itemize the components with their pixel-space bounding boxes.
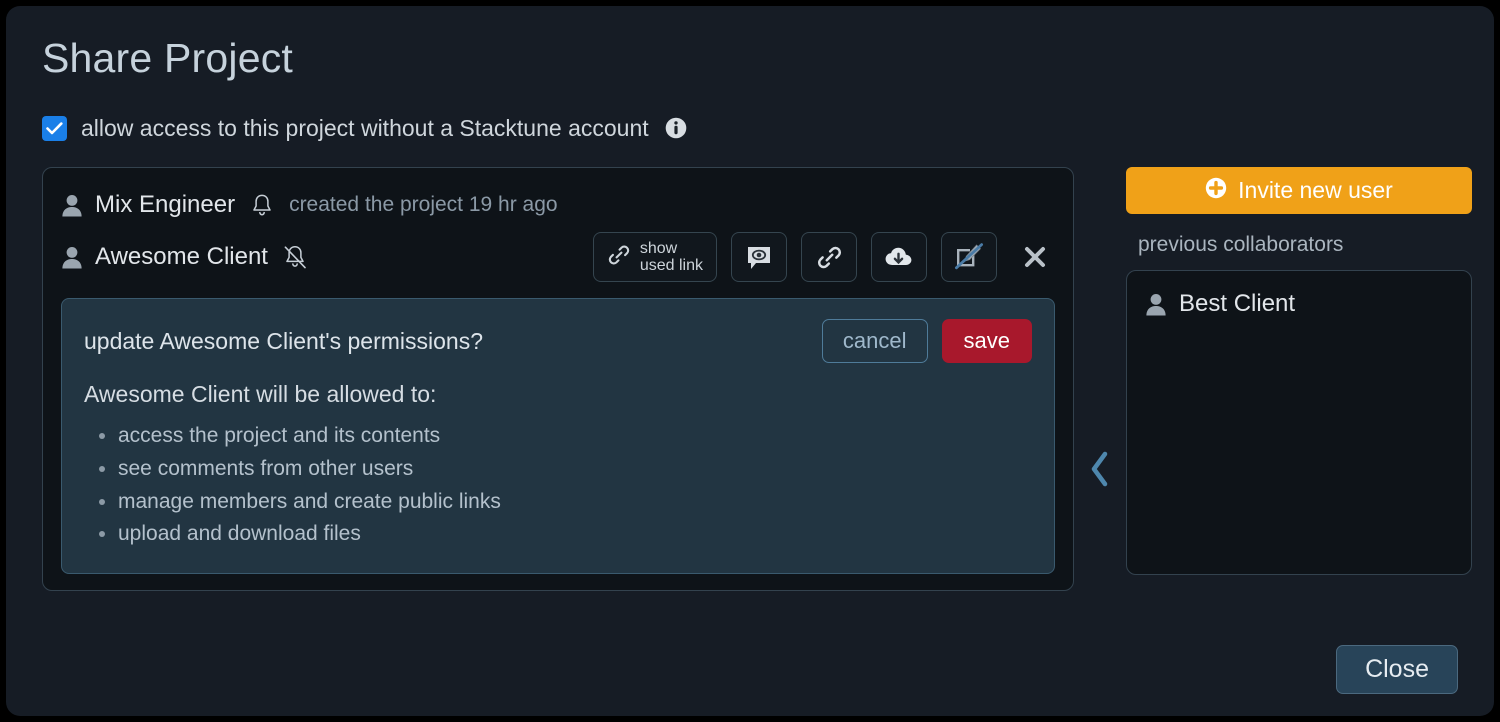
bell-icon[interactable] bbox=[249, 192, 275, 218]
comment-eye-icon bbox=[748, 246, 770, 269]
member-meta: created the project 19 hr ago bbox=[289, 193, 558, 217]
edit-permission-button[interactable] bbox=[941, 232, 997, 283]
permissions-header: update Awesome Client's permissions? can… bbox=[84, 319, 1032, 364]
show-used-link-line2: used link bbox=[639, 257, 703, 275]
person-icon bbox=[61, 193, 83, 217]
invite-new-user-label: Invite new user bbox=[1238, 177, 1393, 204]
plus-circle-icon bbox=[1205, 177, 1227, 205]
remove-member-button[interactable] bbox=[1015, 235, 1055, 279]
view-comments-button[interactable] bbox=[731, 232, 787, 283]
invite-new-user-button[interactable]: Invite new user bbox=[1126, 167, 1472, 215]
list-item: access the project and its contents bbox=[118, 420, 1032, 453]
members-panel: Mix Engineer created the project 19 hr a… bbox=[42, 167, 1074, 592]
permissions-question: update Awesome Client's permissions? bbox=[84, 327, 484, 354]
close-button[interactable]: Close bbox=[1336, 645, 1458, 694]
person-icon bbox=[61, 245, 83, 269]
chevron-left-icon bbox=[1091, 451, 1108, 487]
list-item[interactable]: Best Client bbox=[1145, 287, 1453, 321]
dialog-body: Mix Engineer created the project 19 hr a… bbox=[42, 167, 1472, 592]
save-button[interactable]: save bbox=[941, 319, 1032, 364]
sidebar: Invite new user previous collaborators B… bbox=[1126, 167, 1472, 576]
permissions-buttons: cancel save bbox=[821, 319, 1032, 364]
dialog-footer: Close bbox=[1336, 645, 1458, 694]
permissions-confirm-panel: update Awesome Client's permissions? can… bbox=[61, 298, 1055, 575]
public-link-button[interactable] bbox=[801, 232, 857, 283]
member-row: Awesome Client show used link bbox=[61, 228, 1055, 286]
member-name: Mix Engineer bbox=[95, 191, 236, 219]
member-name: Awesome Client bbox=[95, 243, 268, 271]
info-icon[interactable] bbox=[665, 117, 687, 139]
collaborator-name: Best Client bbox=[1179, 290, 1296, 318]
page-title: Share Project bbox=[42, 35, 294, 81]
list-item: manage members and create public links bbox=[118, 486, 1032, 519]
edit-disabled-icon bbox=[955, 243, 984, 270]
member-actions: show used link bbox=[592, 232, 1055, 283]
cloud-download-icon bbox=[885, 247, 912, 266]
allow-access-row[interactable]: allow access to this project without a S… bbox=[42, 113, 1458, 143]
checkmark-icon bbox=[46, 121, 63, 134]
previous-collaborators-label: previous collaborators bbox=[1138, 233, 1344, 257]
list-item: see comments from other users bbox=[118, 453, 1032, 486]
link-icon bbox=[817, 246, 841, 268]
link-icon bbox=[607, 243, 631, 271]
close-x-icon bbox=[1025, 247, 1045, 268]
show-used-link-button[interactable]: show used link bbox=[592, 232, 717, 283]
share-project-dialog: Share Project allow access to this proje… bbox=[6, 6, 1494, 716]
person-icon bbox=[1145, 292, 1167, 316]
list-item: upload and download files bbox=[118, 518, 1032, 551]
allow-access-checkbox[interactable] bbox=[42, 115, 67, 141]
previous-collaborators-list: Best Client bbox=[1126, 270, 1472, 576]
download-button[interactable] bbox=[871, 232, 927, 283]
cancel-button[interactable]: cancel bbox=[821, 319, 928, 364]
show-used-link-line1: show bbox=[639, 239, 678, 257]
bell-slash-icon[interactable] bbox=[282, 244, 308, 270]
collapse-sidebar-toggle[interactable] bbox=[1074, 167, 1126, 591]
allow-access-label: allow access to this project without a S… bbox=[81, 114, 649, 141]
permissions-list: access the project and its contents see … bbox=[84, 420, 1032, 551]
permissions-subtitle: Awesome Client will be allowed to: bbox=[84, 381, 437, 408]
member-row: Mix Engineer created the project 19 hr a… bbox=[61, 182, 1055, 228]
